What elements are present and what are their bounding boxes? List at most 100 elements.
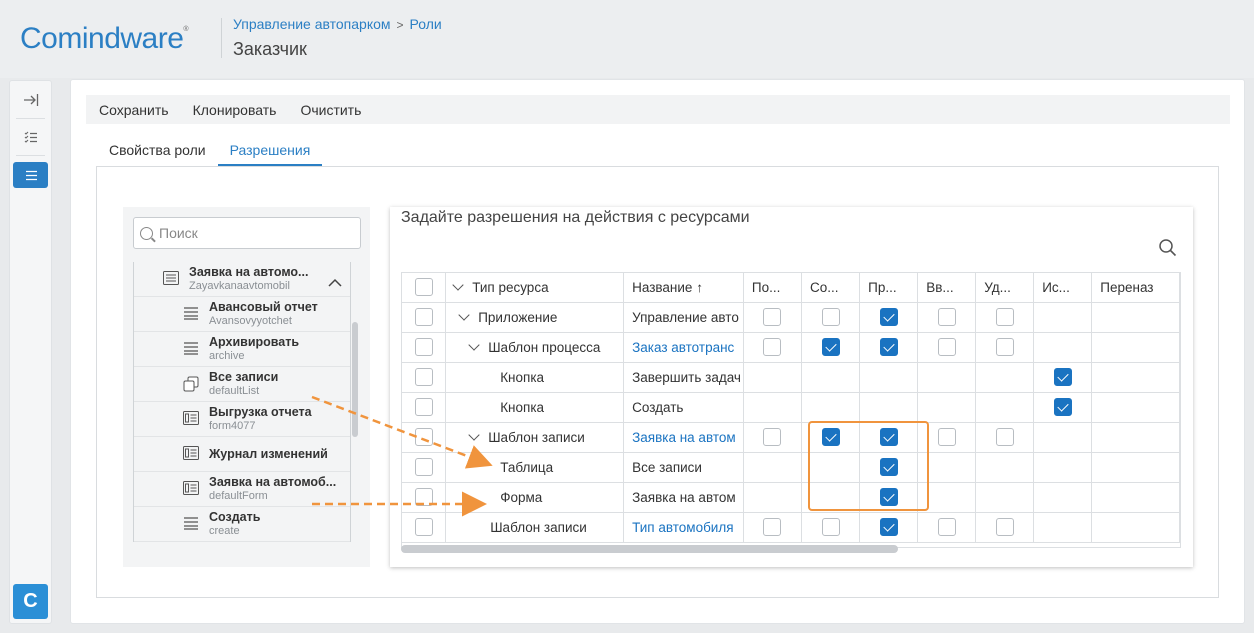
tree-list[interactable]: Заявка на автомо... Zayavkanaavtomobil Ава…	[133, 262, 351, 552]
select-all-checkbox[interactable]	[402, 273, 447, 303]
permission-row[interactable]: Кнопка Создать	[402, 392, 1180, 423]
row-select-checkbox[interactable]	[402, 512, 447, 543]
permission-checkbox[interactable]	[743, 512, 803, 543]
clear-button[interactable]: Очистить	[300, 102, 361, 118]
permission-checkbox[interactable]	[743, 332, 803, 363]
column-header-name[interactable]: Название ↑	[623, 273, 744, 303]
permission-checkbox[interactable]	[917, 422, 977, 453]
permission-checkbox[interactable]	[743, 302, 803, 333]
column-header-input[interactable]: Вв...	[917, 273, 977, 303]
column-header-execute[interactable]: Ис...	[1033, 273, 1093, 303]
tree-item[interactable]: Заявка на автомоб... defaultForm	[133, 472, 351, 507]
permission-checkbox[interactable]	[859, 422, 919, 453]
tree-item-label: Выгрузка отчета	[209, 405, 312, 419]
row-select-checkbox[interactable]	[402, 302, 447, 333]
chevron-down-icon[interactable]	[468, 338, 480, 351]
permission-checkbox[interactable]	[975, 512, 1035, 543]
tree-search-input[interactable]: Поиск	[133, 217, 361, 249]
chevron-down-icon[interactable]	[468, 428, 480, 441]
tree-item[interactable]: Создать create	[133, 507, 351, 542]
permissions-table: Тип ресурса Название ↑ По... Со... Пр...…	[402, 273, 1180, 543]
logo[interactable]: Comindware®	[20, 22, 189, 56]
permission-checkbox[interactable]	[859, 302, 919, 333]
permission-cell	[1091, 332, 1180, 363]
chevron-down-icon[interactable]	[458, 308, 470, 321]
permission-cell	[801, 392, 861, 423]
tree-line	[133, 367, 134, 402]
permission-row[interactable]: Шаблон записи Тип автомобиля	[402, 512, 1180, 543]
row-select-checkbox[interactable]	[402, 482, 447, 513]
permission-checkbox[interactable]	[801, 302, 861, 333]
tree-item-label: Авансовый отчет	[209, 300, 318, 314]
permission-checkbox[interactable]	[801, 332, 861, 363]
permission-cell	[1091, 422, 1180, 453]
tree-line	[350, 472, 351, 507]
permission-checkbox[interactable]	[859, 482, 919, 513]
permission-checkbox[interactable]	[975, 422, 1035, 453]
permission-checkbox[interactable]	[917, 512, 977, 543]
permission-checkbox[interactable]	[1033, 362, 1093, 393]
comindware-app-icon[interactable]: C	[13, 584, 48, 619]
tree-line	[350, 367, 351, 402]
tree-scrollbar[interactable]	[352, 322, 358, 437]
permission-checkbox[interactable]	[801, 422, 861, 453]
column-header-create[interactable]: Со...	[801, 273, 861, 303]
permission-checkbox[interactable]	[917, 302, 977, 333]
permission-checkbox[interactable]	[975, 332, 1035, 363]
column-header-reassign[interactable]: Переназ	[1091, 273, 1180, 303]
tab-permissions[interactable]: Разрешения	[217, 140, 323, 166]
permission-row[interactable]: Шаблон записи Заявка на автом	[402, 422, 1180, 453]
permission-row[interactable]: Форма Заявка на автом	[402, 482, 1180, 513]
column-header-edit[interactable]: Пр...	[859, 273, 919, 303]
permission-checkbox[interactable]	[1033, 392, 1093, 423]
breadcrumb-item-fleet[interactable]: Управление автопарком	[233, 16, 391, 32]
permission-row[interactable]: Кнопка Завершить задач	[402, 362, 1180, 393]
chevron-up-icon[interactable]	[328, 274, 342, 290]
permission-row[interactable]: Таблица Все записи	[402, 452, 1180, 483]
divider	[16, 155, 45, 156]
permission-checkbox[interactable]	[859, 332, 919, 363]
clone-button[interactable]: Клонировать	[193, 102, 277, 118]
list-icon	[183, 341, 199, 357]
resource-name-cell[interactable]: Заказ автотранс	[623, 332, 744, 363]
grid-horizontal-scrollbar[interactable]	[401, 545, 898, 553]
resource-name-cell[interactable]: Заявка на автом	[623, 422, 744, 453]
tree-item[interactable]: Выгрузка отчета form4077	[133, 402, 351, 437]
row-select-checkbox[interactable]	[402, 422, 447, 453]
row-select-checkbox[interactable]	[402, 452, 447, 483]
permission-checkbox[interactable]	[859, 512, 919, 543]
checklist-icon[interactable]	[13, 124, 48, 150]
permission-checkbox[interactable]	[859, 452, 919, 483]
permission-row[interactable]: Приложение Управление авто	[402, 302, 1180, 333]
save-button[interactable]: Сохранить	[99, 102, 169, 118]
tree-item[interactable]: Журнал изменений	[133, 437, 351, 472]
resource-name-cell[interactable]: Тип автомобиля	[623, 512, 744, 543]
permission-row[interactable]: Шаблон процесса Заказ автотранс	[402, 332, 1180, 363]
permission-checkbox[interactable]	[917, 332, 977, 363]
column-header-type[interactable]: Тип ресурса	[445, 273, 625, 303]
report-icon	[183, 446, 199, 462]
tree-item[interactable]: Все записи defaultList	[133, 367, 351, 402]
breadcrumb-item-roles[interactable]: Роли	[410, 16, 442, 32]
row-select-checkbox[interactable]	[402, 362, 447, 393]
collapse-icon[interactable]	[13, 87, 48, 113]
tree-item-system-name: Avansovyyotchet	[209, 315, 292, 327]
sort-asc-icon: ↑	[696, 279, 703, 295]
tree-item[interactable]: Архивировать archive	[133, 332, 351, 367]
search-icon[interactable]	[1158, 238, 1178, 258]
resource-name-cell: Все записи	[623, 452, 744, 483]
row-select-checkbox[interactable]	[402, 392, 447, 423]
permission-checkbox[interactable]	[743, 422, 803, 453]
permission-cell	[801, 452, 861, 483]
menu-icon[interactable]	[13, 162, 48, 188]
tab-role-properties[interactable]: Свойства роли	[97, 140, 218, 166]
column-header-delete[interactable]: Уд...	[975, 273, 1035, 303]
tree-item[interactable]: Заявка на автомо... Zayavkanaavtomobil	[133, 262, 351, 297]
tree-item-system-name: defaultForm	[209, 490, 268, 502]
tree-item[interactable]: Авансовый отчет Avansovyyotchet	[133, 297, 351, 332]
row-select-checkbox[interactable]	[402, 332, 447, 363]
permission-checkbox[interactable]	[975, 302, 1035, 333]
resource-tree-panel: Поиск Заявка на автомо... Zayavkanaavtomo…	[123, 207, 370, 567]
column-header-view[interactable]: По...	[743, 273, 803, 303]
permission-checkbox[interactable]	[801, 512, 861, 543]
